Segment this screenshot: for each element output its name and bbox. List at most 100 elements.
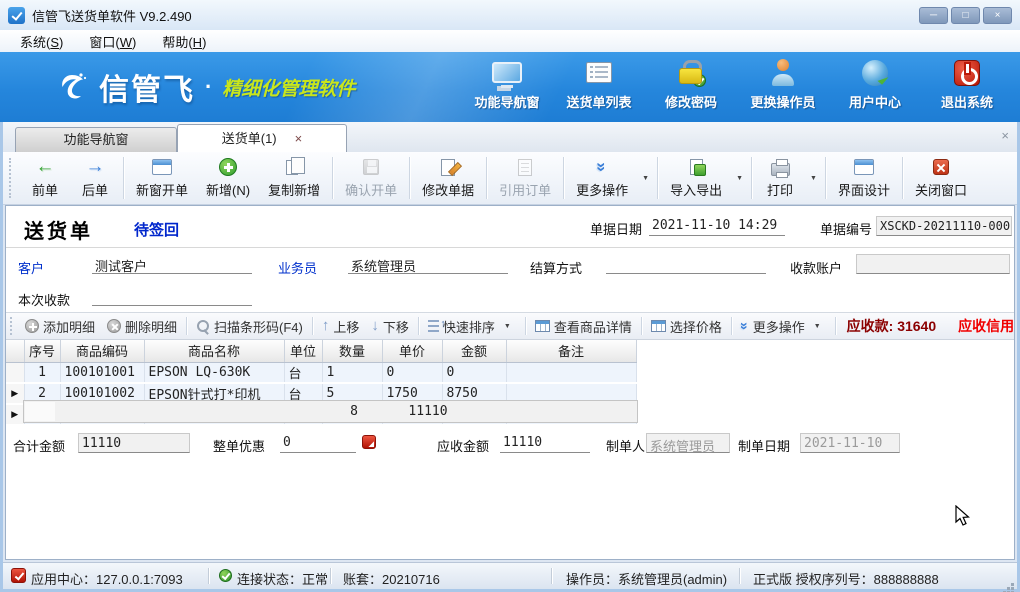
ui-design-button[interactable]: 界面设计: [829, 154, 899, 202]
title-bar: 信管飞送货单软件 V9.2.490 ─ □ ×: [0, 0, 1020, 30]
make-date-label: 制单日期: [738, 436, 790, 455]
table-row: 1 100101001 EPSON LQ-630K 台 1 0 0: [6, 362, 636, 383]
account-set-status: 账套：20210716: [343, 569, 440, 588]
detail-more-actions-button[interactable]: » 更多操作 ▼: [735, 315, 832, 338]
col-code[interactable]: 商品编码: [60, 340, 144, 362]
next-doc-button[interactable]: → 后单: [70, 154, 120, 202]
menu-system[interactable]: 系统(S): [10, 30, 77, 53]
doc-date-label: 单据日期: [590, 219, 642, 238]
add-circle-icon: [25, 319, 39, 333]
view-product-button[interactable]: 查看商品详情: [529, 315, 638, 338]
menu-window[interactable]: 窗口(W): [79, 30, 150, 53]
tab-close-icon[interactable]: ×: [295, 126, 303, 152]
brand-name: 信管飞: [99, 65, 195, 109]
total-amount: 11110: [396, 404, 460, 419]
doc-header: 送货单 待签回 单据日期 2021-11-10 14:29 单据编号 XSCKD…: [6, 206, 1014, 248]
prev-doc-button[interactable]: ← 前单: [20, 154, 70, 202]
price-table-icon: [651, 320, 666, 332]
account-label: 收款账户: [790, 258, 842, 277]
double-chevron-icon: »: [738, 322, 752, 330]
toolbar-grip[interactable]: [9, 158, 15, 198]
app-icon: [8, 7, 25, 24]
nav-function-window[interactable]: 功能导航窗: [466, 58, 548, 111]
menu-bar: 系统(S) 窗口(W) 帮助(H): [0, 30, 1020, 52]
more-actions-button[interactable]: » 更多操作: [567, 154, 637, 202]
status-bar: 应用中心：127.0.0.1:7093 连接状态：正常 账套：20210716 …: [3, 562, 1017, 589]
double-chevron-icon: »: [595, 162, 609, 171]
doc-date-field[interactable]: 2021-11-10 14:29: [649, 216, 785, 236]
customer-field[interactable]: 测试客户: [92, 254, 252, 274]
nav-switch-operator[interactable]: 更换操作员: [742, 58, 824, 111]
quick-sort-button[interactable]: 快速排序 ▼: [422, 315, 522, 338]
row-marker[interactable]: ▶: [6, 404, 24, 425]
nav-delivery-list[interactable]: 送货单列表: [558, 58, 640, 111]
col-price[interactable]: 单价: [382, 340, 442, 362]
settle-field[interactable]: [606, 254, 766, 274]
main-toolbar: ← 前单 → 后单 新窗开单 新增(N) 复制新增: [3, 152, 1017, 205]
list-icon: [586, 62, 612, 83]
new-window-icon: [152, 159, 172, 175]
tab-delivery-note[interactable]: 送货单(1) ×: [177, 124, 347, 152]
down-arrow-icon: ↓: [371, 319, 379, 333]
col-seq[interactable]: 序号: [24, 340, 60, 362]
lock-check-icon: [679, 60, 703, 86]
nav-exit-system[interactable]: 退出系统: [926, 58, 1008, 111]
import-export-button[interactable]: 导入导出: [661, 154, 731, 202]
copy-new-button[interactable]: 复制新增: [259, 154, 329, 202]
delete-detail-button[interactable]: 删除明细: [101, 315, 183, 338]
scan-barcode-button[interactable]: 扫描条形码(F4): [190, 315, 309, 338]
receivable-text: 应收款: 31640: [847, 316, 937, 336]
nav-change-password[interactable]: 修改密码: [650, 58, 732, 111]
salesman-field[interactable]: 系统管理员: [348, 254, 508, 274]
col-name[interactable]: 商品名称: [144, 340, 284, 362]
connection-status: 连接状态：正常: [237, 569, 328, 588]
edit-doc-button[interactable]: 修改单据: [413, 154, 483, 202]
discount-edit-icon[interactable]: [362, 435, 376, 449]
import-export-icon: [690, 159, 703, 175]
minimize-button[interactable]: ─: [919, 7, 948, 24]
ref-order-button: 引用订单: [490, 154, 560, 202]
app-window: 信管飞送货单软件 V9.2.490 ─ □ × 系统(S) 窗口(W) 帮助(H…: [0, 0, 1020, 592]
tabbar-close-icon[interactable]: ×: [1001, 128, 1009, 143]
power-icon: [954, 60, 980, 86]
select-price-button[interactable]: 选择价格: [645, 315, 728, 338]
printer-icon: [771, 163, 790, 176]
close-button[interactable]: ×: [983, 7, 1012, 24]
row-marker[interactable]: [6, 362, 24, 383]
new-button[interactable]: 新增(N): [197, 154, 259, 202]
maximize-button[interactable]: □: [951, 7, 980, 24]
credit-limit-text: 应收信用额度: 0: [958, 316, 1015, 336]
discount-field[interactable]: 0: [280, 433, 356, 453]
receivable-amount-field[interactable]: 11110: [500, 433, 590, 453]
row-marker[interactable]: ▶: [6, 383, 24, 404]
resize-grip[interactable]: [1011, 583, 1014, 586]
total-amount-field: 11110: [78, 433, 190, 453]
banner: 信管飞 · 精细化管理软件 功能导航窗 送货单列表 修改密码 更换操作员: [0, 52, 1020, 122]
import-export-caret-icon[interactable]: ▼: [731, 175, 748, 182]
detail-toolbar: 添加明细 删除明细 扫描条形码(F4) ↑ 上移 ↓ 下: [6, 312, 1014, 340]
col-amount[interactable]: 金额: [442, 340, 506, 362]
more-actions-caret-icon[interactable]: ▼: [637, 175, 654, 182]
move-down-button[interactable]: ↓ 下移: [365, 315, 415, 338]
menu-help[interactable]: 帮助(H): [152, 30, 220, 53]
add-detail-button[interactable]: 添加明细: [19, 315, 101, 338]
payment-field[interactable]: [92, 286, 252, 306]
tab-function-window[interactable]: 功能导航窗: [15, 127, 177, 152]
col-note[interactable]: 备注: [506, 340, 636, 362]
account-field: [856, 254, 1010, 274]
selector-header: [6, 340, 24, 362]
total-amount-label: 合计金额: [13, 436, 65, 455]
print-button[interactable]: 打印: [755, 154, 805, 202]
customer-label: 客户: [18, 258, 44, 277]
delivery-note-panel: 送货单 待签回 单据日期 2021-11-10 14:29 单据编号 XSCKD…: [5, 205, 1015, 560]
move-up-button[interactable]: ↑ 上移: [316, 315, 366, 338]
detail-toolbar-grip[interactable]: [10, 317, 15, 335]
new-window-button[interactable]: 新窗开单: [127, 154, 197, 202]
print-caret-icon[interactable]: ▼: [805, 175, 822, 182]
col-unit[interactable]: 单位: [284, 340, 322, 362]
nav-user-center[interactable]: 用户中心: [834, 58, 916, 111]
col-qty[interactable]: 数量: [322, 340, 382, 362]
close-window-button[interactable]: 关闭窗口: [906, 154, 976, 202]
monitor-icon: [492, 62, 522, 83]
globe-icon: [862, 60, 888, 86]
